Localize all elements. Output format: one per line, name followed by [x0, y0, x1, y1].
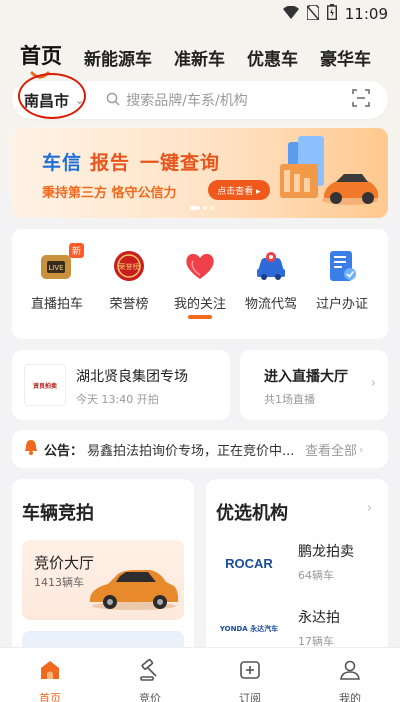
- menu-item-logistics[interactable]: 物流代驾: [236, 249, 306, 312]
- car-icon: [84, 562, 180, 616]
- status-bar: 11:09: [0, 0, 400, 28]
- nav-label: 订阅: [239, 692, 261, 702]
- section-title: 优选机构: [216, 503, 288, 524]
- menu-item-label: 物流代驾: [244, 297, 297, 312]
- nav-bid[interactable]: 竞价: [100, 648, 200, 702]
- nav-label: 竞价: [139, 692, 161, 702]
- live-icon: LIVE 新: [40, 243, 84, 283]
- wifi-icon: [282, 5, 299, 23]
- bidding-hall-count: 1413辆车: [34, 576, 84, 589]
- org-count: 64辆车: [298, 569, 334, 582]
- tab-discount[interactable]: 优惠车: [247, 45, 298, 70]
- menu-item-transfer[interactable]: 过户办证: [307, 249, 377, 312]
- org-logo-text: YONDA 永达汽车: [219, 625, 279, 633]
- nav-home[interactable]: 首页: [0, 648, 100, 702]
- auction-logo: 贤良拍卖: [24, 364, 66, 406]
- logistics-icon: [254, 249, 288, 283]
- nav-label: 我的: [339, 692, 361, 702]
- notice-text: 易鑫拍法拍询价专场，正在竞价中...: [87, 443, 295, 459]
- menu-item-label: 过户办证: [315, 297, 368, 312]
- nav-label: 首页: [39, 692, 61, 702]
- honor-icon: 荣誉榜: [112, 249, 146, 283]
- new-badge: 新: [68, 243, 84, 258]
- subscribe-icon: [238, 658, 262, 686]
- menu-item-live[interactable]: LIVE 新 直播拍车: [22, 243, 92, 312]
- nav-profile[interactable]: 我的: [300, 648, 400, 702]
- banner-brand: 车信: [42, 152, 83, 174]
- auction-logo-text: 贤良拍卖: [32, 382, 57, 390]
- bell-icon: [24, 439, 38, 459]
- home-icon: [38, 658, 62, 686]
- quick-menu: LIVE 新 直播拍车 荣誉榜 荣誉榜 我的关注 物流代驾 过户办证: [12, 229, 388, 339]
- honor-icon-text: 荣誉榜: [119, 262, 140, 271]
- status-time: 11:09: [344, 5, 388, 23]
- live-hall-count: 共1场直播: [264, 393, 315, 406]
- org-name: 永达拍: [298, 610, 340, 626]
- heart-icon: [183, 249, 217, 283]
- notice-view-all[interactable]: 查看全部: [305, 440, 357, 459]
- tab-luxury[interactable]: 豪华车: [320, 45, 371, 70]
- battery-icon: [326, 4, 337, 24]
- chevron-right-icon[interactable]: ›: [367, 501, 372, 516]
- document-icon: [325, 249, 359, 283]
- bid-icon: [138, 658, 162, 686]
- banner-slogan: 一键查询: [140, 152, 221, 174]
- menu-item-follow[interactable]: 我的关注: [165, 249, 235, 312]
- top-tabs: 首页 新能源车 准新车 优惠车 豪华车: [20, 36, 371, 70]
- promo-banner[interactable]: 车信 报告 一键查询 秉持第三方 恪守公信力 点击查看 ▸: [12, 128, 388, 218]
- nav-subscribe[interactable]: 订阅: [200, 648, 300, 702]
- tab-near-new[interactable]: 准新车: [174, 45, 225, 70]
- section-title: 车辆竞拍: [22, 503, 94, 524]
- banner-subtitle: 秉持第三方 恪守公信力: [42, 186, 177, 201]
- scan-icon[interactable]: [352, 89, 370, 111]
- auction-title: 湖北贤良集团专场: [76, 369, 188, 385]
- org-logo-text: ROCAR: [225, 555, 273, 571]
- profile-icon: [338, 658, 362, 686]
- banner-view-button[interactable]: 点击查看 ▸: [208, 180, 270, 200]
- live-hall-card[interactable]: 进入直播大厅 共1场直播 ›: [240, 350, 388, 420]
- org-logo: YONDA 永达汽车: [220, 609, 278, 649]
- menu-item-label: 荣誉榜: [109, 297, 149, 312]
- banner-title: 车信 报告 一键查询: [42, 148, 220, 175]
- no-sim-icon: [306, 3, 320, 24]
- org-logo: ROCAR: [220, 543, 278, 583]
- auction-time: 今天 13:40 开拍: [76, 393, 159, 406]
- menu-item-honor[interactable]: 荣誉榜 荣誉榜: [94, 249, 164, 312]
- search-icon: [106, 91, 120, 110]
- banner-illustration-icon: [270, 134, 380, 216]
- tab-new-energy[interactable]: 新能源车: [84, 45, 152, 70]
- org-name: 鹏龙拍卖: [298, 544, 354, 560]
- search-input[interactable]: 搜索品牌/车系/机构: [126, 90, 352, 110]
- city-highlight-circle: [18, 73, 86, 119]
- menu-item-label: 直播拍车: [30, 297, 83, 312]
- notice-bar[interactable]: 公告： 易鑫拍法拍询价专场，正在竞价中... 查看全部 ›: [12, 430, 388, 468]
- notice-label: 公告：: [44, 443, 84, 459]
- banner-title-rest: 报告: [90, 152, 131, 174]
- bottom-nav: 首页 竞价 订阅 我的: [0, 647, 400, 702]
- chevron-right-icon: ›: [370, 376, 376, 391]
- menu-item-label: 我的关注: [173, 297, 226, 312]
- bidding-hall-card[interactable]: 竞价大厅 1413辆车: [22, 540, 184, 620]
- search-bar: 南昌市 ⌄ 搜索品牌/车系/机构: [12, 73, 388, 119]
- chevron-right-icon: ›: [359, 442, 364, 456]
- auction-session-card[interactable]: 贤良拍卖 湖北贤良集团专场 今天 13:40 开拍: [12, 350, 230, 420]
- menu-scroll-indicator: [188, 315, 212, 319]
- live-hall-title: 进入直播大厅: [264, 369, 348, 385]
- live-icon-text: LIVE: [48, 264, 63, 272]
- banner-pagination: [190, 206, 214, 210]
- org-item[interactable]: ROCAR 鹏龙拍卖 64辆车: [220, 537, 380, 593]
